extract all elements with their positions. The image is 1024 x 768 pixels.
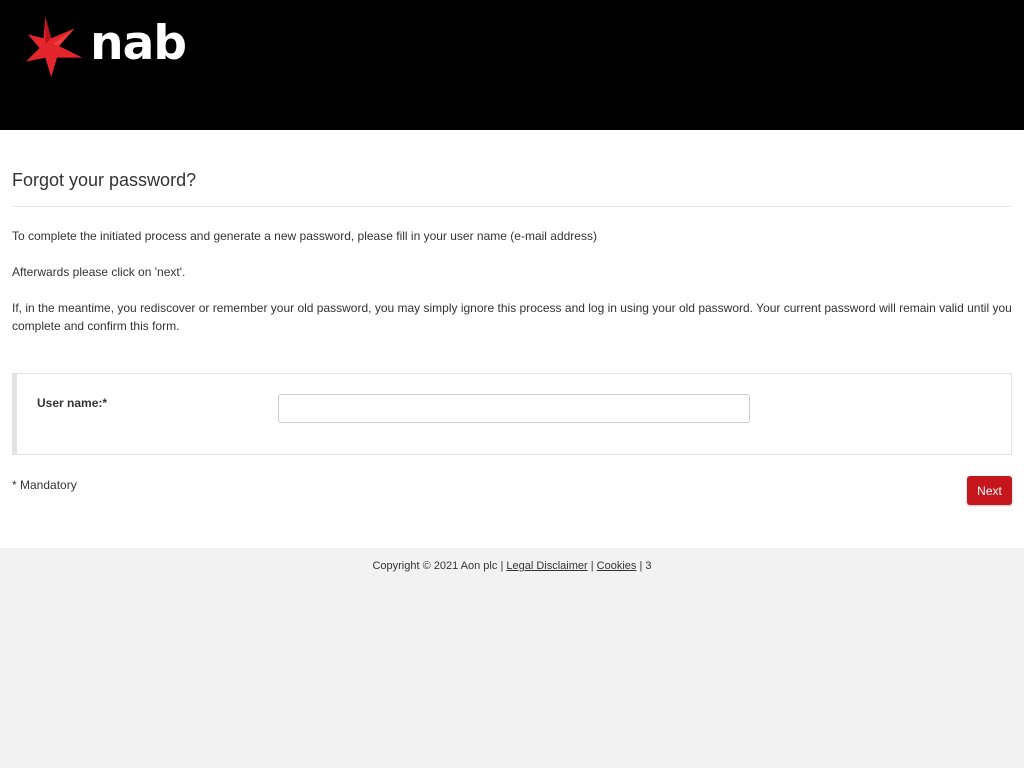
footer-links: Copyright © 2021 Aon plc | Legal Disclai… <box>0 560 1024 572</box>
title-divider <box>12 206 1012 207</box>
version-number: 3 <box>645 560 652 572</box>
logo-wordmark: nab <box>90 15 187 71</box>
footer-separator: | <box>590 560 594 572</box>
nab-logo[interactable]: nab <box>24 14 187 80</box>
cookies-link[interactable]: Cookies <box>597 560 637 572</box>
star-icon <box>25 16 83 78</box>
username-input[interactable] <box>278 394 750 423</box>
main-content: Forgot your password? To complete the in… <box>0 130 1024 548</box>
mandatory-note: * Mandatory <box>12 478 77 492</box>
footer: Copyright © 2021 Aon plc | Legal Disclai… <box>0 548 1024 768</box>
instruction-text: To complete the initiated process and ge… <box>12 229 597 243</box>
next-button[interactable]: Next <box>967 476 1012 505</box>
footer-separator: | <box>500 560 504 572</box>
page-title: Forgot your password? <box>12 170 197 190</box>
copyright-text: Copyright © 2021 Aon plc <box>372 560 498 572</box>
footer-separator: | <box>639 560 643 572</box>
instruction-ignore-text: If, in the meantime, you rediscover or r… <box>12 301 1012 333</box>
header-bar: nab <box>0 0 1024 130</box>
legal-disclaimer-link[interactable]: Legal Disclaimer <box>506 560 587 572</box>
username-label: User name:* <box>37 396 108 410</box>
username-form: User name:* <box>12 373 1012 455</box>
instruction-next-text: Afterwards please click on 'next'. <box>12 265 186 279</box>
